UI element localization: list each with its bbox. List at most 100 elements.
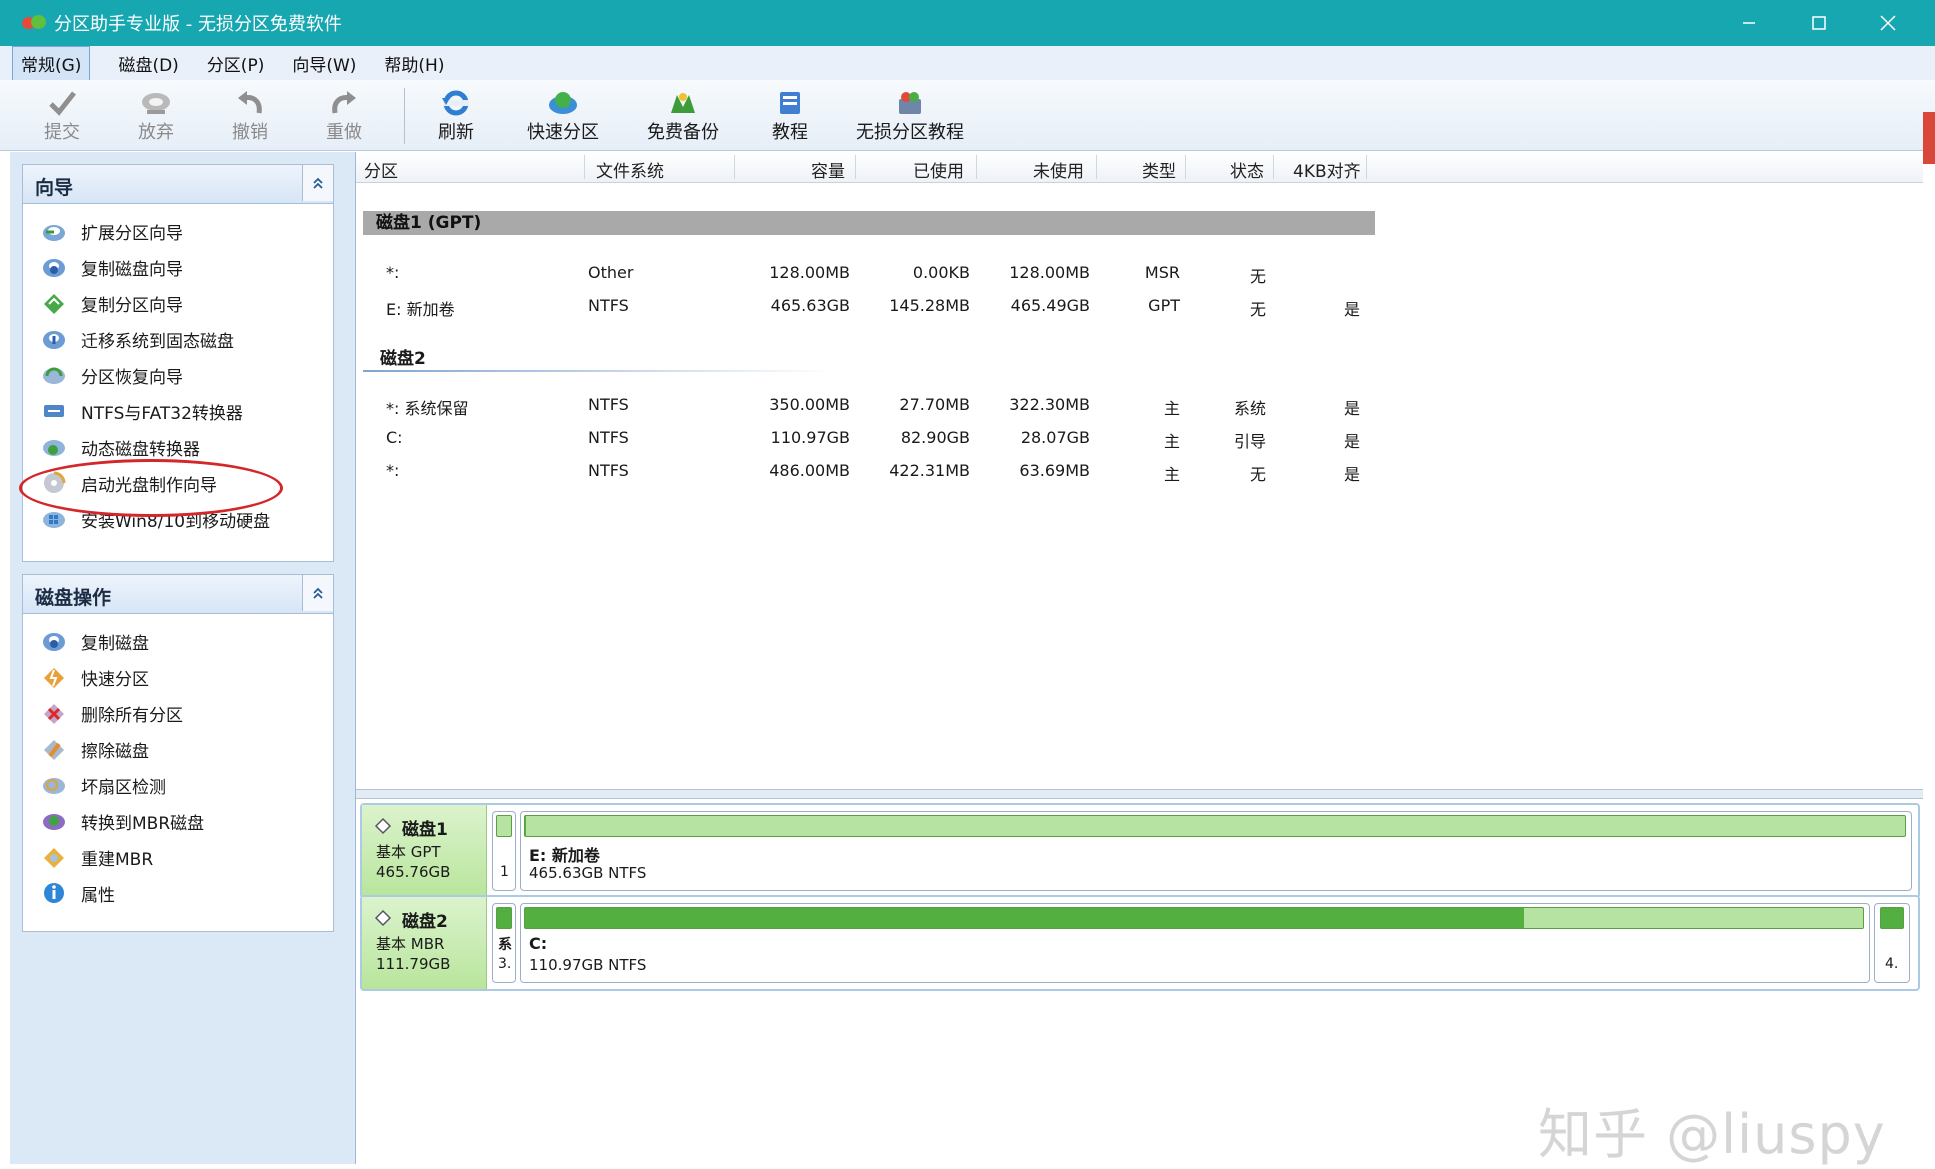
col-filesystem[interactable]: 文件系统 <box>596 157 664 182</box>
maximize-button[interactable] <box>1784 0 1854 46</box>
disk-op-quick-partition[interactable]: 快速分区 <box>41 663 149 691</box>
disk2-group-title: 磁盘2 <box>380 349 426 369</box>
tutorial-button[interactable]: 教程 <box>772 88 808 144</box>
free-backup-button[interactable]: 免费备份 <box>647 88 719 144</box>
cell-partition: *: <box>386 263 400 282</box>
cell-used: 422.31MB <box>889 461 970 480</box>
col-type[interactable]: 类型 <box>1142 157 1176 182</box>
wipe-disk-icon <box>41 736 67 762</box>
cell-status: 系统 <box>1233 399 1266 418</box>
col-partition[interactable]: 分区 <box>364 157 398 182</box>
info-icon <box>41 880 67 906</box>
disk2-recovery-label: 4. <box>1885 956 1899 972</box>
close-button[interactable] <box>1853 0 1923 46</box>
disk1-e-partition[interactable]: E: 新加卷 465.63GB NTFS <box>520 811 1912 891</box>
cell-used: 145.28MB <box>889 296 970 315</box>
toolbar: 提交 放弃 撤销 重做 刷新 快速分区 免费备份 教程 无损分区教程 <box>0 80 1935 151</box>
wizard-item-extend-partition[interactable]: 扩展分区向导 <box>41 217 183 245</box>
app-logo-icon <box>22 12 48 34</box>
disk-op-wipe-disk[interactable]: 擦除磁盘 <box>41 735 149 763</box>
menu-partition[interactable]: 分区(P) <box>199 47 273 80</box>
lossless-tutorial-button[interactable]: 无损分区教程 <box>856 88 964 144</box>
disk1-size: 465.76GB <box>376 863 451 881</box>
disk1-group-header[interactable]: 磁盘1 (GPT) <box>363 211 1375 235</box>
disk-op-properties[interactable]: 属性 <box>41 879 115 907</box>
minimize-button[interactable] <box>1714 0 1784 46</box>
wizard-item-copy-disk[interactable]: 复制磁盘向导 <box>41 253 183 281</box>
toolbar-separator <box>404 88 405 144</box>
redo-icon <box>327 88 361 118</box>
col-4k-align[interactable]: 4KB对齐 <box>1293 157 1361 182</box>
wizard-item-migrate-os-ssd[interactable]: 迁移系统到固态磁盘 <box>41 325 234 353</box>
close-icon <box>1880 15 1896 31</box>
disk2-size: 111.79GB <box>376 955 451 973</box>
wizard-item-label: NTFS与FAT32转换器 <box>81 403 243 424</box>
minimize-icon <box>1743 22 1755 24</box>
disk1-e-detail: 465.63GB NTFS <box>529 864 647 882</box>
wizard-item-ntfs-fat32[interactable]: NTFS与FAT32转换器 <box>41 397 243 425</box>
disk-extend-icon <box>41 218 67 244</box>
quick-partition-label: 快速分区 <box>527 122 599 143</box>
discard-button[interactable]: 放弃 <box>138 88 174 144</box>
rebuild-mbr-icon <box>41 844 67 870</box>
cell-used: 0.00KB <box>912 263 970 282</box>
commit-button[interactable]: 提交 <box>44 88 80 144</box>
disk2-name: 磁盘2 <box>402 912 448 932</box>
main-area: 分区 文件系统 容量 已使用 未使用 类型 状态 4KB对齐 磁盘1 (GPT)… <box>356 152 1923 1164</box>
disk-icon <box>374 817 392 835</box>
disk-op-rebuild-mbr[interactable]: 重建MBR <box>41 843 153 871</box>
wizard-collapse-button[interactable] <box>302 165 333 201</box>
disk2-reserved-partition[interactable]: 系 3. <box>492 903 516 983</box>
disk2-reserved-label: 系 <box>498 937 512 953</box>
menu-disk[interactable]: 磁盘(D) <box>110 47 186 80</box>
commit-check-icon <box>45 88 79 118</box>
disk-copy-icon <box>41 254 67 280</box>
col-status[interactable]: 状态 <box>1230 157 1264 182</box>
highlight-annotation-oval <box>19 459 283 517</box>
redo-button[interactable]: 重做 <box>326 88 362 144</box>
menu-general[interactable]: 常规(G) <box>12 45 91 81</box>
disk-ops-collapse-button[interactable] <box>302 575 333 611</box>
wizard-item-dynamic-disk[interactable]: 动态磁盘转换器 <box>41 433 200 461</box>
dynamic-disk-icon <box>41 434 67 460</box>
undo-button[interactable]: 撤销 <box>232 88 268 144</box>
wizard-item-partition-recovery[interactable]: 分区恢复向导 <box>41 361 183 389</box>
disk1-msr-partition[interactable]: 1 <box>492 811 516 891</box>
disk-op-copy-disk[interactable]: 复制磁盘 <box>41 627 149 655</box>
refresh-label: 刷新 <box>438 122 474 143</box>
col-used[interactable]: 已使用 <box>913 157 964 182</box>
commit-label: 提交 <box>44 122 80 143</box>
undo-icon <box>233 88 267 118</box>
disk2-info[interactable]: 磁盘2 基本 MBR 111.79GB <box>362 897 487 989</box>
menu-help[interactable]: 帮助(H) <box>376 47 452 80</box>
disk-op-bad-sector[interactable]: 坏扇区检测 <box>41 771 166 799</box>
disk2-c-partition[interactable]: C: 110.97GB NTFS <box>520 903 1870 983</box>
disk1-info[interactable]: 磁盘1 基本 GPT 465.76GB <box>362 805 487 897</box>
refresh-button[interactable]: 刷新 <box>438 88 474 144</box>
diskmap-disk1[interactable]: 磁盘1 基本 GPT 465.76GB 1 E: 新加卷 465.63GB NT… <box>360 803 1920 899</box>
disk-op-label: 重建MBR <box>81 849 154 870</box>
pane-splitter[interactable] <box>356 789 1923 799</box>
col-unused[interactable]: 未使用 <box>1033 157 1084 182</box>
disk-op-delete-all[interactable]: 删除所有分区 <box>41 699 183 727</box>
disk-op-convert-mbr[interactable]: 转换到MBR磁盘 <box>41 807 204 835</box>
disk-op-label: 删除所有分区 <box>81 705 183 726</box>
disk-op-label: 转换到MBR磁盘 <box>81 813 205 834</box>
cell-4k: 是 <box>1343 432 1360 451</box>
quick-partition-button[interactable]: 快速分区 <box>527 88 599 144</box>
window-title: 分区助手专业版 - 无损分区免费软件 <box>54 14 342 35</box>
menu-wizard[interactable]: 向导(W) <box>284 47 364 80</box>
wizard-item-copy-partition[interactable]: 复制分区向导 <box>41 289 183 317</box>
disk2-recovery-partition[interactable]: 4. <box>1874 903 1910 983</box>
cell-filesystem: NTFS <box>588 296 629 315</box>
wizard-section-header: 向导 <box>23 165 333 204</box>
disk-op-label: 擦除磁盘 <box>81 741 149 762</box>
tutorial-label: 教程 <box>772 122 808 143</box>
menu-bar: 常规(G) 磁盘(D) 分区(P) 向导(W) 帮助(H) <box>0 45 1935 81</box>
partition-recovery-icon <box>41 362 67 388</box>
wizard-item-label: 分区恢复向导 <box>81 367 183 388</box>
cell-4k: 是 <box>1343 465 1360 484</box>
diskmap-disk2[interactable]: 磁盘2 基本 MBR 111.79GB 系 3. C: 110.97GB NTF… <box>360 895 1920 991</box>
tutorial-icon <box>773 88 807 118</box>
col-capacity[interactable]: 容量 <box>811 157 845 182</box>
